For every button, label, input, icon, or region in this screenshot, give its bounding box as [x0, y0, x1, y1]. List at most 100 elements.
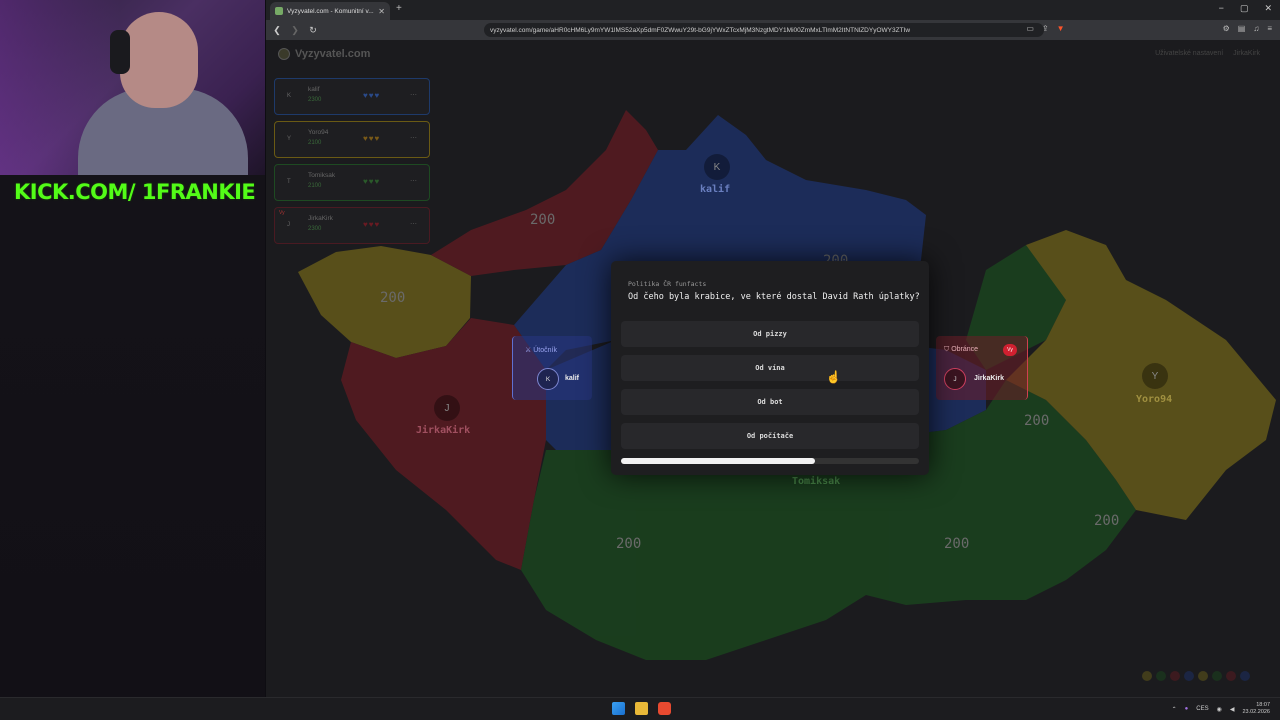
- address-bar[interactable]: vyzyvatel.com/game/aHR0cHM6Ly9mYW1lMS52a…: [484, 23, 1044, 37]
- window-controls: − ▢ ✕: [1219, 3, 1272, 14]
- install-icon[interactable]: ▭: [1026, 24, 1034, 33]
- reload-icon[interactable]: ↻: [306, 25, 320, 36]
- toolbar-actions: ▭ ⇪ ▼ ⚙ ▤ ♫ ≡: [1026, 24, 1272, 33]
- player-lives: ♥♥♥: [363, 91, 381, 100]
- answer-button[interactable]: Od počítače: [621, 423, 919, 449]
- answer-button[interactable]: Od vína: [621, 355, 919, 381]
- browser-tab-active[interactable]: Vyzyvatel.com - Komunitní v... ✕: [270, 2, 390, 20]
- color-dot[interactable]: [1226, 671, 1236, 681]
- question-text: Od čeho byla krabice, ve které dostal Da…: [628, 292, 920, 302]
- header-links: Uživatelské nastavení JirkaKirk: [1155, 50, 1260, 57]
- brave-shield-icon[interactable]: ▼: [1057, 24, 1065, 33]
- player-score: 2100: [308, 183, 322, 189]
- map-owner-name: Tomiksak: [792, 476, 841, 487]
- map-avatar: K: [704, 154, 730, 180]
- question-category: Politika ČR funfacts: [628, 280, 707, 288]
- player-name: kalif: [308, 86, 320, 93]
- attacker-card: ⚔ Útočník K kalif: [512, 336, 592, 400]
- site-logo[interactable]: Vyzyvatel.com: [278, 48, 370, 60]
- back-icon[interactable]: ❮: [270, 25, 284, 36]
- menu-icon[interactable]: ≡: [1267, 24, 1272, 33]
- maximize-button[interactable]: ▢: [1240, 3, 1249, 14]
- timer-fill: [621, 458, 815, 464]
- you-badge: Vy: [1003, 344, 1017, 356]
- color-dot[interactable]: [1184, 671, 1194, 681]
- color-palette: [1142, 671, 1250, 681]
- attacker-name: kalif: [565, 375, 580, 382]
- brave-browser-icon[interactable]: [658, 702, 671, 715]
- region-value: 200: [380, 290, 406, 306]
- close-tab-icon[interactable]: ✕: [378, 7, 385, 16]
- defender-card: ⛉ Obránce Vy J JirkaKirk: [936, 336, 1028, 400]
- forward-icon[interactable]: ❯: [288, 25, 302, 36]
- volume-icon[interactable]: ◀: [1230, 706, 1235, 713]
- player-card: Vy J JirkaKirk 2300 ♥♥♥ ⋯: [274, 207, 430, 244]
- color-dot[interactable]: [1198, 671, 1208, 681]
- clock[interactable]: 18:07 23.02.2026: [1242, 702, 1270, 716]
- url-text: vyzyvatel.com/game/aHR0cHM6Ly9mYW1lMS52a…: [490, 26, 911, 34]
- close-window-button[interactable]: ✕: [1264, 3, 1272, 14]
- player-name: Yoro94: [308, 129, 329, 136]
- microphone-icon[interactable]: ●: [1185, 706, 1189, 712]
- color-dot[interactable]: [1142, 671, 1152, 681]
- player-name: JirkaKirk: [308, 215, 333, 222]
- region-value: 200: [616, 536, 642, 552]
- map-owner-name: JirkaKirk: [416, 425, 471, 436]
- minimize-button[interactable]: −: [1219, 3, 1224, 14]
- stream-overlay: KICK.COM/ 1FRANKIE: [0, 0, 265, 697]
- extensions-icon[interactable]: ⚙: [1223, 24, 1230, 33]
- tab-title: Vyzyvatel.com - Komunitní v...: [287, 7, 374, 15]
- region-value: 200: [1094, 513, 1120, 529]
- more-icon[interactable]: ⋯: [410, 91, 417, 99]
- map-owner-name: kalif: [700, 184, 731, 195]
- overlay-background: [0, 215, 265, 697]
- browser-toolbar: ❮ ❯ ↻ vyzyvatel.com/game/aHR0cHM6Ly9mYW1…: [266, 20, 1280, 40]
- player-lives: ♥♥♥: [363, 220, 381, 229]
- taskbar: ⌃ ● CES ◉ ◀ 18:07 23.02.2026: [0, 697, 1280, 720]
- region-value: 200: [944, 536, 970, 552]
- logo-icon: [278, 48, 290, 60]
- player-list: K kalif 2300 ♥♥♥ ⋯ Y Yoro94 2100 ♥♥♥ ⋯ T…: [274, 78, 430, 250]
- sidebar-icon[interactable]: ▤: [1238, 24, 1246, 33]
- map-avatar: Y: [1142, 363, 1168, 389]
- player-avatar: T: [287, 179, 291, 185]
- username-link[interactable]: JirkaKirk: [1233, 50, 1260, 57]
- player-avatar: Y: [287, 136, 292, 142]
- player-score: 2300: [308, 97, 322, 103]
- player-avatar: J: [287, 222, 290, 228]
- webcam-feed: [0, 0, 265, 175]
- color-dot[interactable]: [1170, 671, 1180, 681]
- player-score: 2100: [308, 140, 322, 146]
- language-indicator[interactable]: CES: [1196, 706, 1208, 712]
- media-icon[interactable]: ♫: [1253, 24, 1259, 33]
- windows-start-icon[interactable]: [612, 702, 625, 715]
- color-dot[interactable]: [1240, 671, 1250, 681]
- more-icon[interactable]: ⋯: [410, 177, 417, 185]
- attacker-avatar: K: [537, 368, 559, 390]
- player-avatar: K: [287, 93, 292, 99]
- player-card: T Tomiksak 2100 ♥♥♥ ⋯: [274, 164, 430, 201]
- favicon-icon: [275, 7, 283, 15]
- tray-chevron-icon[interactable]: ⌃: [1172, 706, 1177, 713]
- question-modal: Politika ČR funfacts Od čeho byla krabic…: [611, 261, 929, 475]
- browser-window: Vyzyvatel.com - Komunitní v... ✕ + − ▢ ✕…: [266, 0, 1280, 697]
- mouse-cursor-icon: ☝: [826, 370, 841, 384]
- network-icon[interactable]: ◉: [1217, 706, 1222, 713]
- answer-button[interactable]: Od pizzy: [621, 321, 919, 347]
- region-value: 200: [1024, 413, 1050, 429]
- answer-button[interactable]: Od bot: [621, 389, 919, 415]
- defender-role: ⛉ Obránce: [944, 346, 979, 353]
- player-score: 2300: [308, 226, 322, 232]
- player-card: Y Yoro94 2100 ♥♥♥ ⋯: [274, 121, 430, 158]
- file-explorer-icon[interactable]: [635, 702, 648, 715]
- map-avatar: J: [434, 395, 460, 421]
- headset-icon: [110, 30, 130, 74]
- more-icon[interactable]: ⋯: [410, 220, 417, 228]
- color-dot[interactable]: [1156, 671, 1166, 681]
- share-icon[interactable]: ⇪: [1042, 24, 1049, 33]
- more-icon[interactable]: ⋯: [410, 134, 417, 142]
- attacker-role: ⚔ Útočník: [525, 347, 557, 354]
- color-dot[interactable]: [1212, 671, 1222, 681]
- settings-link[interactable]: Uživatelské nastavení: [1155, 50, 1223, 57]
- new-tab-button[interactable]: +: [396, 3, 402, 14]
